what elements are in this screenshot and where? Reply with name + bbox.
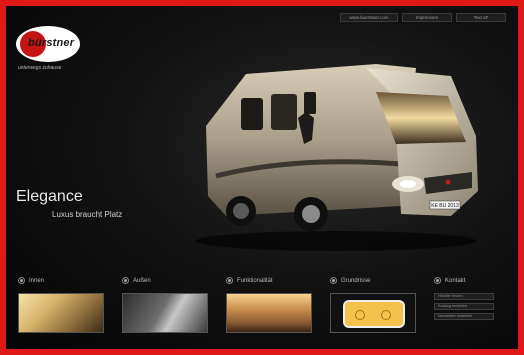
kontakt-link-katalog[interactable]: Katalog bestellen [434,303,494,310]
rear-wheel-rim [233,203,249,219]
kontakt-link-haendler[interactable]: Händler finden [434,293,494,300]
section-aussen[interactable]: Außen [122,276,208,333]
bullet-icon [226,277,233,284]
kontakt-link-newsletter[interactable]: Newsletter bestellen [434,313,494,320]
section-kontakt: Kontakt Händler finden Katalog bestellen… [434,276,494,320]
floorplan-image [343,300,405,328]
bullet-icon [330,277,337,284]
section-funktionalitaet[interactable]: Funktionalität [226,276,312,333]
section-label: Grundrisse [341,277,371,284]
section-grundrisse[interactable]: Grundrisse [330,276,416,333]
front-wheel-rim [302,205,320,223]
top-nav-impressum-link[interactable]: Impressum [402,13,452,22]
floor-shadow [196,231,476,251]
hero-title: Elegance [16,188,83,205]
grundrisse-thumbnail[interactable] [330,293,416,333]
section-label: Innen [29,277,45,284]
logo-text: bürstner [28,37,75,49]
section-label: Funktionalität [237,277,273,284]
side-window [241,98,263,130]
page-frame: bürstner unterwegs zuhause www.buerstner… [6,6,518,349]
section-innen[interactable]: Innen [18,276,104,333]
headlight-core [400,180,416,188]
top-nav-website-link[interactable]: www.buerstner.com [340,13,398,22]
bullet-icon [122,277,129,284]
section-label: Kontakt [445,277,466,284]
brand-logo[interactable]: bürstner [16,26,80,62]
hero-subtitle: Luxus braucht Platz [52,210,123,219]
floorplan-mark [381,310,391,320]
kontakt-links: Händler finden Katalog bestellen Newslet… [434,293,494,320]
bullet-icon [434,277,441,284]
innen-thumbnail[interactable] [18,293,104,333]
section-label: Außen [133,277,151,284]
section-row: Innen Außen Funktionalität Grundrisse Ko… [18,276,518,346]
aussen-thumbnail[interactable] [122,293,208,333]
grille-badge [445,179,451,185]
top-nav: www.buerstner.com Impressum Text aF [340,13,506,22]
license-plate-text: KE BU 2013 [431,203,459,209]
side-window [271,94,297,130]
brand-tagline: unterwegs zuhause [18,65,62,71]
top-nav-text-link[interactable]: Text aF [456,13,506,22]
side-window [304,92,316,114]
bullet-icon [18,277,25,284]
motorhome-image: KE BU 2013 [196,64,478,251]
funktionalitaet-thumbnail[interactable] [226,293,312,333]
floorplan-mark [355,310,365,320]
